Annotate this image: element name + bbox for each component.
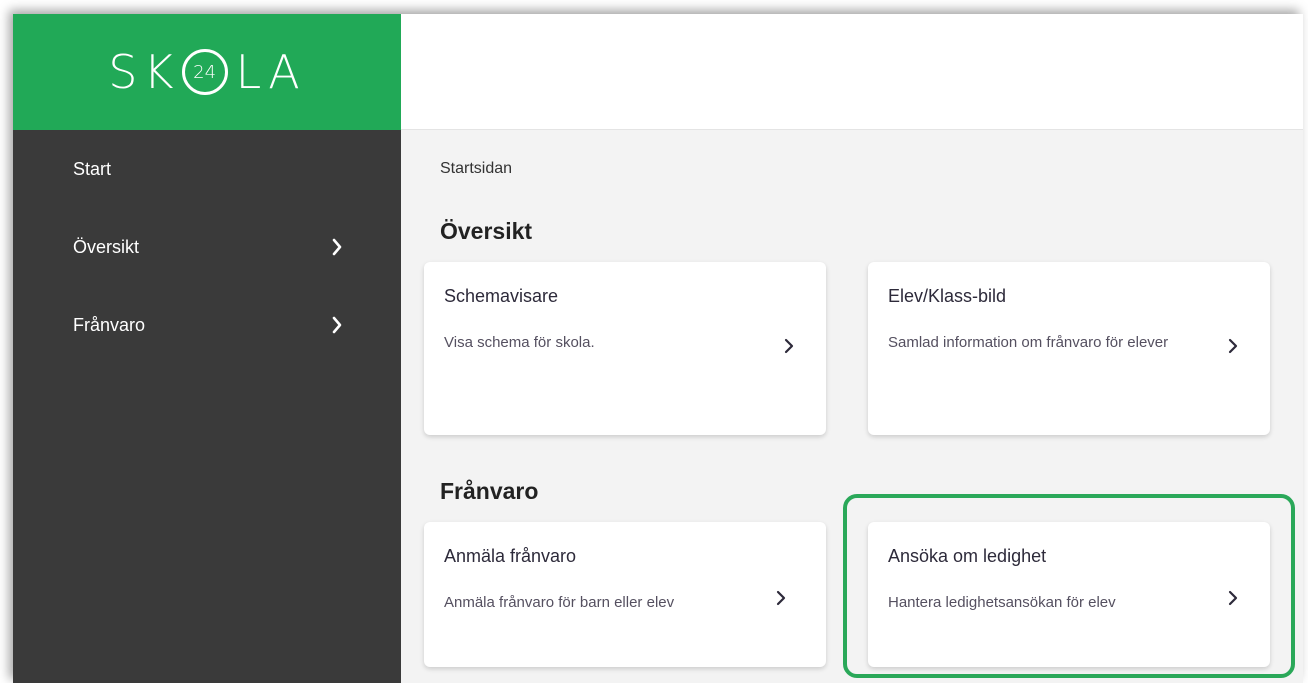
chevron-right-icon xyxy=(784,338,794,359)
card-description: Anmäla frånvaro för barn eller elev xyxy=(444,594,675,611)
logo-banner[interactable]: SK 24 LA xyxy=(13,14,401,130)
sidebar-item-label: Översikt xyxy=(73,236,140,257)
card-title: Schemavisare xyxy=(444,286,559,306)
card-title: Elev/Klass-bild xyxy=(888,286,1007,306)
chevron-right-icon xyxy=(331,238,343,256)
breadcrumb[interactable]: Startsidan xyxy=(440,160,512,178)
sidebar-nav: Start Översikt Frånvaro xyxy=(13,130,401,364)
sidebar-item-franvaro[interactable]: Frånvaro xyxy=(13,286,401,364)
card-description: Hantera ledighetsansökan för elev xyxy=(888,594,1116,611)
card-description: Visa schema för skola. xyxy=(444,334,595,351)
chevron-right-icon xyxy=(776,590,786,611)
card-elev-klass-bild[interactable]: Elev/Klass-bild Samlad information om fr… xyxy=(868,262,1270,435)
sidebar-item-oversikt[interactable]: Översikt xyxy=(13,208,401,286)
chevron-right-icon xyxy=(1228,338,1238,359)
card-title: Ansöka om ledighet xyxy=(888,546,1047,566)
card-schemavisare[interactable]: Schemavisare Visa schema för skola. xyxy=(424,262,826,435)
section-title-franvaro: Frånvaro xyxy=(440,478,539,504)
logo-badge: 24 xyxy=(181,49,228,95)
chevron-right-icon xyxy=(1228,590,1238,611)
skola24-logo: SK 24 LA xyxy=(108,45,306,99)
sidebar-item-label: Frånvaro xyxy=(73,314,146,335)
card-description: Samlad information om frånvaro för eleve… xyxy=(888,334,1169,351)
main-content: Startsidan Översikt Schemavisare Visa sc… xyxy=(401,130,1303,683)
logo-text-right: LA xyxy=(235,45,306,99)
app-window: SK 24 LA Start Översikt Frånvaro Startsi… xyxy=(13,14,1303,683)
top-bar xyxy=(401,14,1303,130)
sidebar: SK 24 LA Start Översikt Frånvaro xyxy=(13,14,401,683)
logo-text-left: SK xyxy=(108,45,180,99)
card-anmala-franvaro[interactable]: Anmäla frånvaro Anmäla frånvaro för barn… xyxy=(424,522,826,667)
card-ansoka-om-ledighet[interactable]: Ansöka om ledighet Hantera ledighetsansö… xyxy=(868,522,1270,667)
sidebar-item-start[interactable]: Start xyxy=(13,130,401,208)
chevron-right-icon xyxy=(331,316,343,334)
card-title: Anmäla frånvaro xyxy=(444,546,577,566)
sidebar-item-label: Start xyxy=(73,158,112,179)
section-title-oversikt: Översikt xyxy=(440,218,533,244)
